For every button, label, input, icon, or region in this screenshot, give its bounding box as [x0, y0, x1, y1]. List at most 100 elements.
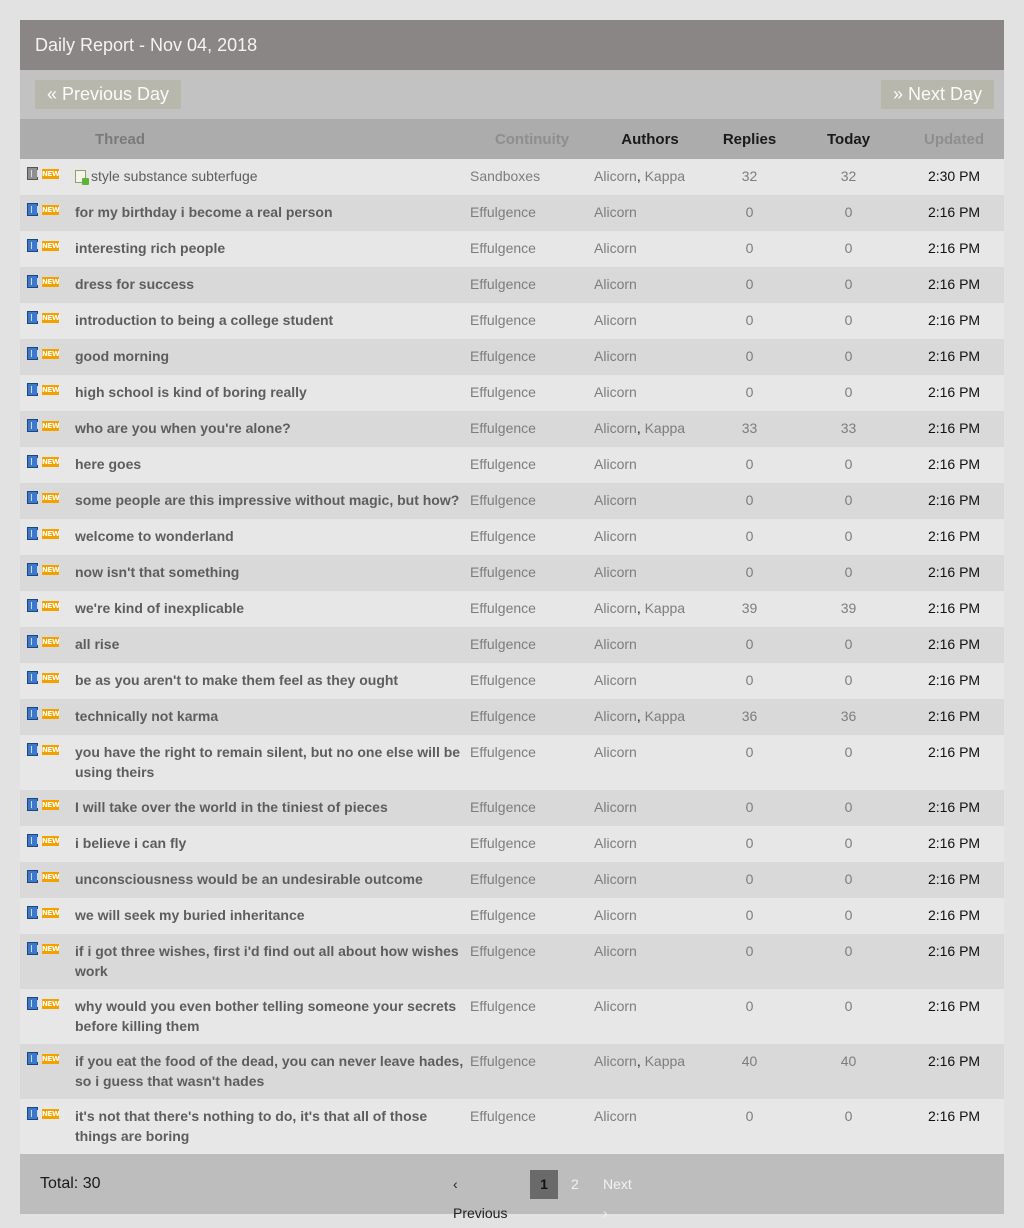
author-link[interactable]: Alicorn — [594, 744, 637, 760]
continuity-link[interactable]: Effulgence — [470, 519, 595, 555]
author-link[interactable]: Alicorn — [594, 492, 637, 508]
thread-title-link[interactable]: all rise — [75, 636, 119, 652]
continuity-link[interactable]: Effulgence — [470, 898, 595, 934]
updated-time[interactable]: 2:16 PM — [904, 862, 1005, 898]
thread-title-link[interactable]: we're kind of inexplicable — [75, 600, 244, 616]
book-icon[interactable] — [27, 870, 38, 883]
thread-title-link[interactable]: here goes — [75, 456, 141, 472]
author-link[interactable]: Alicorn — [594, 456, 637, 472]
updated-time[interactable]: 2:16 PM — [904, 339, 1005, 375]
author-link[interactable]: Kappa — [645, 420, 685, 436]
thread-title-link[interactable]: high school is kind of boring really — [75, 384, 307, 400]
thread-title-link[interactable]: some people are this impressive without … — [75, 492, 459, 508]
thread-title-link[interactable]: be as you aren't to make them feel as th… — [75, 672, 398, 688]
author-link[interactable]: Alicorn — [594, 672, 637, 688]
book-icon[interactable] — [27, 275, 38, 288]
author-link[interactable]: Alicorn — [594, 312, 637, 328]
new-badge-icon[interactable]: NEW — [42, 529, 60, 539]
book-icon[interactable] — [27, 167, 38, 180]
author-link[interactable]: Alicorn — [594, 1108, 637, 1124]
author-link[interactable]: Alicorn — [594, 636, 637, 652]
thread-title-link[interactable]: welcome to wonderland — [75, 528, 234, 544]
continuity-link[interactable]: Effulgence — [470, 267, 595, 303]
continuity-link[interactable]: Effulgence — [470, 1099, 595, 1154]
pagination-page-2[interactable]: 2 — [571, 1170, 579, 1199]
updated-time[interactable]: 2:16 PM — [904, 1099, 1005, 1154]
book-icon[interactable] — [27, 1107, 38, 1120]
thread-title-link[interactable]: we will seek my buried inheritance — [75, 907, 305, 923]
book-icon[interactable] — [27, 383, 38, 396]
new-badge-icon[interactable]: NEW — [42, 313, 60, 323]
author-link[interactable]: Alicorn — [594, 528, 637, 544]
book-icon[interactable] — [27, 527, 38, 540]
continuity-link[interactable]: Effulgence — [470, 195, 595, 231]
new-badge-icon[interactable]: NEW — [42, 421, 60, 431]
column-header-updated[interactable]: Updated — [904, 119, 1005, 159]
previous-day-button[interactable]: « Previous Day — [35, 80, 182, 109]
book-icon[interactable] — [27, 743, 38, 756]
updated-time[interactable]: 2:16 PM — [904, 699, 1005, 735]
author-link[interactable]: Alicorn — [594, 907, 637, 923]
updated-time[interactable]: 2:16 PM — [904, 1044, 1005, 1099]
book-icon[interactable] — [27, 347, 38, 360]
author-link[interactable]: Alicorn — [594, 998, 637, 1014]
continuity-link[interactable]: Sandboxes — [470, 159, 595, 195]
author-link[interactable]: Alicorn — [594, 276, 637, 292]
thread-title-link[interactable]: you have the right to remain silent, but… — [75, 744, 460, 780]
book-icon[interactable] — [27, 997, 38, 1010]
continuity-link[interactable]: Effulgence — [470, 591, 595, 627]
thread-title-link[interactable]: technically not karma — [75, 708, 218, 724]
thread-title-link[interactable]: it's not that there's nothing to do, it'… — [75, 1108, 427, 1144]
author-link[interactable]: Alicorn — [594, 204, 637, 220]
thread-title-link[interactable]: now isn't that something — [75, 564, 239, 580]
updated-time[interactable]: 2:16 PM — [904, 934, 1005, 989]
book-icon[interactable] — [27, 491, 38, 504]
book-icon[interactable] — [27, 563, 38, 576]
column-header-continuity[interactable]: Continuity — [470, 119, 595, 159]
author-link[interactable]: Kappa — [645, 600, 685, 616]
book-icon[interactable] — [27, 311, 38, 324]
new-badge-icon[interactable]: NEW — [42, 1109, 60, 1119]
new-badge-icon[interactable]: NEW — [42, 277, 60, 287]
continuity-link[interactable]: Effulgence — [470, 826, 595, 862]
continuity-link[interactable]: Effulgence — [470, 339, 595, 375]
continuity-link[interactable]: Effulgence — [470, 411, 595, 447]
thread-title-link[interactable]: for my birthday i become a real person — [75, 204, 333, 220]
updated-time[interactable]: 2:16 PM — [904, 663, 1005, 699]
continuity-link[interactable]: Effulgence — [470, 663, 595, 699]
updated-time[interactable]: 2:30 PM — [904, 159, 1005, 195]
continuity-link[interactable]: Effulgence — [470, 989, 595, 1044]
author-link[interactable]: Alicorn — [594, 600, 637, 616]
new-badge-icon[interactable]: NEW — [42, 385, 60, 395]
author-link[interactable]: Alicorn — [594, 384, 637, 400]
updated-time[interactable]: 2:16 PM — [904, 375, 1005, 411]
new-badge-icon[interactable]: NEW — [42, 999, 60, 1009]
book-icon[interactable] — [27, 671, 38, 684]
updated-time[interactable]: 2:16 PM — [904, 267, 1005, 303]
author-link[interactable]: Kappa — [645, 168, 685, 184]
thread-title-link[interactable]: I will take over the world in the tinies… — [75, 799, 388, 815]
book-icon[interactable] — [27, 635, 38, 648]
new-badge-icon[interactable]: NEW — [42, 457, 60, 467]
new-badge-icon[interactable]: NEW — [42, 241, 60, 251]
updated-time[interactable]: 2:16 PM — [904, 555, 1005, 591]
continuity-link[interactable]: Effulgence — [470, 231, 595, 267]
thread-title-link[interactable]: style substance subterfuge — [91, 168, 258, 184]
new-badge-icon[interactable]: NEW — [42, 836, 60, 846]
new-badge-icon[interactable]: NEW — [42, 745, 60, 755]
author-link[interactable]: Kappa — [645, 1053, 685, 1069]
updated-time[interactable]: 2:16 PM — [904, 195, 1005, 231]
book-icon[interactable] — [27, 942, 38, 955]
new-badge-icon[interactable]: NEW — [42, 800, 60, 810]
continuity-link[interactable]: Effulgence — [470, 627, 595, 663]
author-link[interactable]: Kappa — [645, 708, 685, 724]
book-icon[interactable] — [27, 834, 38, 847]
book-icon[interactable] — [27, 419, 38, 432]
continuity-link[interactable]: Effulgence — [470, 699, 595, 735]
updated-time[interactable]: 2:16 PM — [904, 989, 1005, 1044]
new-badge-icon[interactable]: NEW — [42, 493, 60, 503]
updated-time[interactable]: 2:16 PM — [904, 898, 1005, 934]
pagination-next[interactable]: Next › — [603, 1170, 632, 1221]
thread-title-link[interactable]: i believe i can fly — [75, 835, 186, 851]
new-badge-icon[interactable]: NEW — [42, 944, 60, 954]
